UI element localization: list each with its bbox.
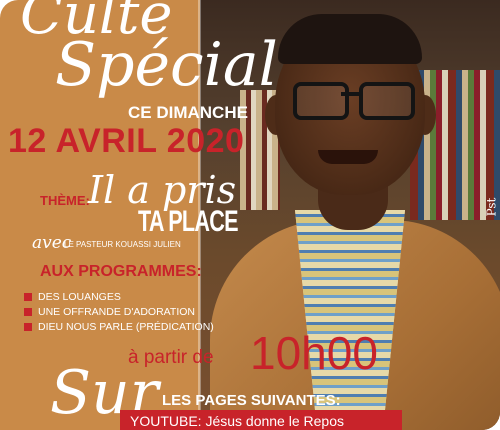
- program-item: UNE OFFRANDE D'ADORATION: [24, 306, 195, 318]
- event-date: 12 AVRIL 2020: [8, 122, 245, 160]
- square-bullet-icon: [24, 323, 32, 331]
- theme-label: THÈME:: [40, 193, 90, 208]
- theme-title: TA PLACE: [138, 205, 239, 238]
- program-title: AUX PROGRAMMES:: [40, 263, 202, 280]
- program-item: DIEU NOUS PARLE (PRÉDICATION): [24, 321, 214, 333]
- square-bullet-icon: [24, 293, 32, 301]
- program-item-label: DES LOUANGES: [38, 291, 121, 303]
- title-special: Spécial: [55, 30, 278, 100]
- youtube-banner: YOUTUBE: Jésus donne le Repos: [120, 410, 402, 430]
- photo-signature: Pst: [484, 197, 499, 217]
- program-item-label: DIEU NOUS PARLE (PRÉDICATION): [38, 321, 214, 333]
- program-item: DES LOUANGES: [24, 291, 121, 303]
- pages-title: LES PAGES SUIVANTES:: [162, 392, 341, 409]
- pastor-name: LE PASTEUR KOUASSI JULIEN: [64, 240, 181, 249]
- program-item-label: UNE OFFRANDE D'ADORATION: [38, 306, 195, 318]
- event-poster: Pst Culte Spécial CE DIMANCHE 12 AVRIL 2…: [0, 0, 500, 430]
- event-time: 10h00: [250, 327, 378, 379]
- subtitle-dimanche: CE DIMANCHE: [128, 103, 248, 122]
- square-bullet-icon: [24, 308, 32, 316]
